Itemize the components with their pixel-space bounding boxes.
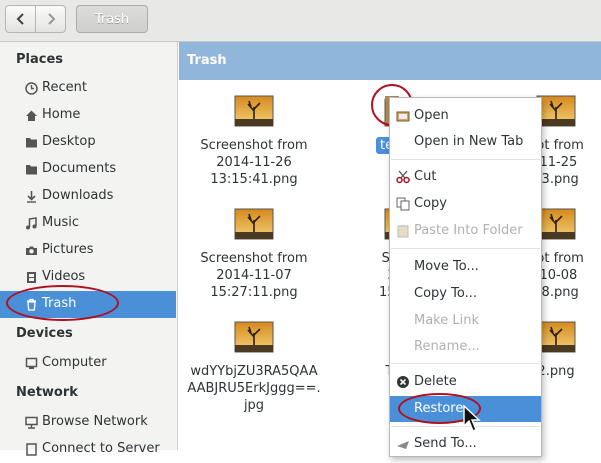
sidebar-item-computer[interactable]: Computer bbox=[0, 350, 176, 377]
forward-button[interactable] bbox=[35, 5, 66, 33]
sidebar-item-downloads[interactable]: Downloads bbox=[0, 183, 176, 210]
file-name-line: 13:15:41.png bbox=[210, 172, 298, 187]
sidebar-item-pictures[interactable]: Pictures bbox=[0, 237, 176, 264]
menu-item-make-link[interactable]: Make Link bbox=[390, 308, 541, 334]
sidebar-item-browse-network[interactable]: Browse Network bbox=[0, 409, 176, 436]
image-thumbnail-icon bbox=[234, 208, 274, 240]
back-button[interactable] bbox=[5, 5, 36, 33]
camera-icon bbox=[26, 246, 37, 255]
image-thumbnail-icon bbox=[234, 321, 274, 353]
folder-icon bbox=[26, 138, 37, 148]
sidebar-item-desktop[interactable]: Desktop bbox=[0, 129, 176, 156]
sidebar-item-recent[interactable]: Recent bbox=[0, 75, 176, 102]
sidebar-item-label: Browse Network bbox=[42, 414, 148, 429]
sidebar-item-label: Pictures bbox=[42, 242, 94, 257]
file-name-line: 2014-11-07 bbox=[216, 268, 292, 283]
menu-item-rename[interactable]: Rename... bbox=[390, 334, 541, 360]
file-name: Screenshot from 2014-11-26 13:15:41.png bbox=[179, 137, 329, 188]
menu-item-label: Copy To... bbox=[414, 286, 477, 301]
devices-header: Devices bbox=[16, 326, 73, 341]
menu-item-label: Open bbox=[414, 108, 449, 123]
sidebar-item-label: Desktop bbox=[42, 134, 96, 149]
menu-item-label: Make Link bbox=[414, 313, 479, 328]
menu-item-label: Delete bbox=[414, 374, 457, 389]
music-icon bbox=[26, 217, 37, 230]
menu-item-open[interactable]: Open bbox=[390, 103, 541, 129]
menu-item-label: Open in New Tab bbox=[414, 134, 524, 149]
toolbar: Trash bbox=[0, 0, 601, 42]
file-name: Screenshot from 2014-11-07 15:27:11.png bbox=[179, 250, 329, 301]
network-icon bbox=[25, 416, 38, 429]
location-title: Trash bbox=[187, 53, 227, 68]
file-name-line: Screenshot from bbox=[200, 251, 308, 266]
menu-item-label: Move To... bbox=[414, 259, 479, 274]
menu-item-label: Paste Into Folder bbox=[414, 223, 523, 238]
file-name-line: 15:27:11.png bbox=[210, 285, 298, 300]
menu-item-paste-into-folder[interactable]: Paste Into Folder bbox=[390, 218, 541, 244]
sidebar-item-label: Recent bbox=[42, 80, 87, 95]
menu-separator bbox=[391, 363, 540, 364]
image-thumbnail-icon bbox=[234, 95, 274, 127]
copy-icon bbox=[396, 197, 410, 211]
menu-item-copy-to[interactable]: Copy To... bbox=[390, 281, 541, 307]
sidebar-item-label: Connect to Server bbox=[42, 441, 160, 456]
menu-item-move-to[interactable]: Move To... bbox=[390, 254, 541, 280]
menu-item-label: Copy bbox=[414, 196, 447, 211]
sidebar: Places Recent Home Desktop Documents Dow… bbox=[0, 42, 178, 456]
menu-item-cut[interactable]: Cut bbox=[390, 164, 541, 190]
delete-icon bbox=[397, 376, 409, 388]
image-thumbnail-icon bbox=[536, 321, 576, 353]
menu-item-label: Cut bbox=[414, 169, 437, 184]
file-name-line: jpg bbox=[243, 398, 265, 413]
sidebar-item-home[interactable]: Home bbox=[0, 102, 176, 129]
file-name: wdYYbjZU3RA5QAA AABJRU5ErkJggg==. jpg bbox=[179, 363, 329, 414]
sidebar-item-label: Music bbox=[42, 215, 79, 230]
pointer-cursor-icon bbox=[463, 404, 481, 432]
film-icon bbox=[27, 272, 36, 283]
menu-item-label: Rename... bbox=[414, 339, 480, 354]
menu-item-label: Send To... bbox=[414, 436, 477, 451]
download-icon bbox=[27, 191, 36, 203]
sidebar-item-label: Downloads bbox=[42, 188, 114, 203]
places-header: Places bbox=[16, 52, 64, 67]
image-thumbnail-icon bbox=[536, 208, 576, 240]
folder-open-icon bbox=[396, 111, 410, 122]
file-name-line: wdYYbjZU3RA5QAA bbox=[190, 364, 318, 379]
menu-item-copy[interactable]: Copy bbox=[390, 191, 541, 217]
menu-item-send-to[interactable]: Send To... bbox=[390, 431, 541, 457]
paste-icon bbox=[397, 225, 409, 238]
menu-item-delete[interactable]: Delete bbox=[390, 369, 541, 395]
annotation-ring-trash bbox=[6, 285, 119, 321]
sidebar-item-label: Computer bbox=[42, 355, 107, 370]
menu-item-open-new-tab[interactable]: Open in New Tab bbox=[390, 129, 541, 155]
file-name-line: 2014-11-26 bbox=[216, 155, 292, 170]
home-icon bbox=[26, 110, 37, 121]
chevron-right-icon bbox=[47, 13, 55, 25]
scissors-icon bbox=[396, 170, 410, 184]
send-icon bbox=[397, 441, 409, 449]
file-name-line: AABJRU5ErkJggg==. bbox=[187, 381, 321, 396]
sidebar-item-label: Documents bbox=[42, 161, 117, 176]
clock-icon bbox=[25, 82, 38, 95]
path-button-trash[interactable]: Trash bbox=[76, 5, 148, 33]
network-header: Network bbox=[16, 385, 78, 400]
computer-icon bbox=[25, 357, 38, 369]
menu-separator bbox=[391, 159, 540, 160]
sidebar-item-music[interactable]: Music bbox=[0, 210, 176, 237]
file-name-line: Screenshot from bbox=[200, 138, 308, 153]
folder-icon bbox=[26, 165, 37, 175]
sidebar-item-label: Home bbox=[42, 107, 81, 122]
image-thumbnail-icon bbox=[536, 95, 576, 127]
location-header: Trash bbox=[179, 42, 601, 80]
sidebar-item-label: Videos bbox=[42, 269, 86, 284]
menu-separator bbox=[391, 248, 540, 249]
sidebar-item-documents[interactable]: Documents bbox=[0, 156, 176, 183]
chevron-left-icon bbox=[16, 13, 24, 25]
